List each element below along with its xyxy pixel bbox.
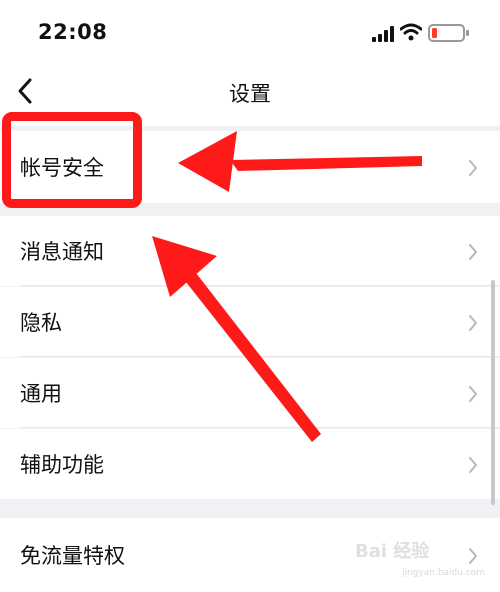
chevron-right-icon bbox=[469, 244, 477, 260]
chevron-right-icon bbox=[469, 548, 477, 564]
highlight-box bbox=[2, 112, 142, 208]
settings-item-accessibility[interactable]: 辅助功能 bbox=[0, 429, 500, 499]
divider bbox=[20, 285, 500, 286]
page-title: 设置 bbox=[229, 82, 271, 106]
settings-item-label: 免流量特权 bbox=[20, 544, 125, 568]
watermark: Bai 经验 bbox=[355, 541, 430, 562]
settings-item-label: 辅助功能 bbox=[20, 453, 104, 477]
battery-low-icon bbox=[428, 24, 469, 42]
settings-screen: 22:08 设置 帐号安全 消息通知 隐私 通用 辅助功能 免流量特权 Bai … bbox=[0, 0, 500, 592]
settings-item-notifications[interactable]: 消息通知 bbox=[0, 216, 500, 286]
settings-item-general[interactable]: 通用 bbox=[0, 358, 500, 428]
divider bbox=[20, 356, 500, 357]
scrollbar[interactable] bbox=[491, 280, 495, 505]
chevron-right-icon bbox=[469, 315, 477, 331]
divider bbox=[20, 427, 500, 428]
chevron-right-icon bbox=[469, 386, 477, 402]
chevron-right-icon bbox=[469, 457, 477, 473]
status-time: 22:08 bbox=[38, 20, 108, 44]
settings-item-label: 消息通知 bbox=[20, 240, 104, 264]
signal-icon bbox=[372, 26, 394, 42]
wifi-icon bbox=[400, 23, 422, 41]
settings-item-label: 通用 bbox=[20, 382, 62, 406]
watermark-url: jingyan.baidu.com bbox=[402, 568, 486, 578]
settings-item-label: 隐私 bbox=[20, 311, 62, 335]
chevron-right-icon bbox=[469, 160, 477, 176]
settings-item-privacy[interactable]: 隐私 bbox=[0, 287, 500, 357]
status-bar: 22:08 bbox=[0, 0, 500, 64]
